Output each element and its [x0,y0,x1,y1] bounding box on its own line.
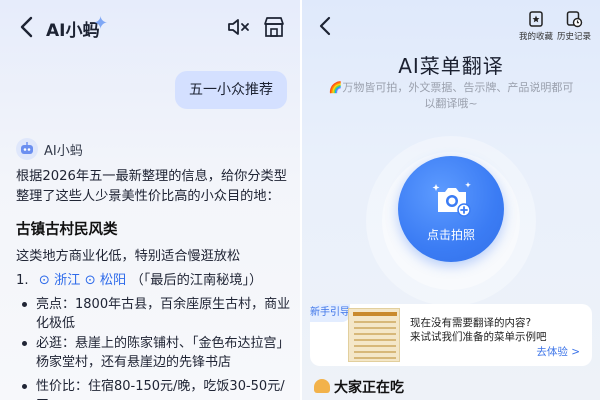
back-arrow-icon[interactable] [16,14,38,40]
location-link[interactable]: ⊙ 浙江 [39,273,81,288]
guide-tag: 新手引导 [310,304,350,322]
chat-panel: AI小蚂 ✦ 五一小众推荐 AI小蚂 根据2026年五一最新整理的信息，给你分类… [0,0,300,400]
take-photo-label: 点击拍照 [426,228,475,242]
bullet-item: 必逛：悬崖上的陈家铺村、「金色布达拉宫」杨家堂村，还有悬崖边的先锋书店 [22,334,292,372]
section-heading: 古镇古村民风类 [16,222,118,238]
section-heading: 大家正在吃 [314,377,404,397]
chat-header: AI小蚂 ✦ [0,0,300,56]
bullet-item: 性价比：住宿80-150元/晚，吃饭30-50元/天 [22,377,292,400]
menu-sample-image [348,308,400,362]
bot-avatar [16,138,38,160]
speaker-mute-icon[interactable] [226,16,252,38]
beginner-guide-card[interactable]: 新手引导 现在没有需要翻译的内容? 来试试我们准备的菜单示例吧 去体验 > [310,304,592,366]
bullet-text: 必逛：悬崖上的陈家铺村、「金色布达拉宫」杨家堂村，还有悬崖边的先锋书店 [36,336,290,370]
guide-text: 现在没有需要翻译的内容? 来试试我们准备的菜单示例吧 [410,316,547,344]
bullet-text: 性价比：住宿80-150元/晚，吃饭30-50元/天 [36,379,285,400]
back-arrow-icon[interactable] [316,14,336,38]
list-item: 1. ⊙ 浙江 ⊙ 松阳 （「最后的江南秘境」） [16,269,262,288]
bot-intro-text: 根据2026年五一最新整理的信息，给你分类型整理了这些人少景美性价比高的小众目的… [16,169,287,204]
page-subtitle: 🌈万物皆可拍，外文票据、告示牌、产品说明都可以翻译哦~ [328,81,574,110]
bullet-item: 亮点：1800年古县，百余座原生古村，商业化极低 [22,295,292,333]
location-link[interactable]: ⊙ 松阳 [85,273,127,288]
section-heading-text: 大家正在吃 [334,380,404,396]
bot-name: AI小蚂 [44,144,83,159]
history-clock-icon [566,11,583,28]
menu-translate-panel: 我的收藏 历史记录 AI菜单翻译 🌈万物皆可拍，外文票据、告示牌、产品说明都可以… [302,0,600,400]
try-it-link[interactable]: 去体验 > [536,344,580,359]
section-description: 这类地方商业化低，特别适合慢逛放松 [16,249,241,264]
history-label: 历史记录 [556,32,591,42]
favorites-button[interactable]: 我的收藏 [516,10,556,42]
history-button[interactable]: 历史记录 [554,10,594,42]
bullet-text: 亮点：1800年古县，百余座原生古村，商业化极低 [36,297,291,331]
guide-line: 来试试我们准备的菜单示例吧 [410,331,547,343]
store-icon[interactable] [262,15,286,39]
item-number: 1. [16,273,29,288]
food-bowl-icon [314,379,330,393]
page-title: AI菜单翻译 [398,54,504,78]
bookmark-star-icon [529,11,543,27]
item-tagline: （「最后的江南秘境」） [130,273,263,288]
city-label[interactable]: 松阳 [100,273,126,288]
sparkle-icon: ✦ [93,13,109,34]
camera-icon [432,182,471,217]
user-message-bubble: 五一小众推荐 [175,71,287,109]
robot-icon [21,142,33,154]
take-photo-button[interactable]: 点击拍照 [398,156,504,262]
chat-title: AI小蚂 [46,21,100,41]
favorites-label: 我的收藏 [518,32,553,42]
province-label[interactable]: 浙江 [54,273,80,288]
guide-line: 现在没有需要翻译的内容? [410,317,532,329]
